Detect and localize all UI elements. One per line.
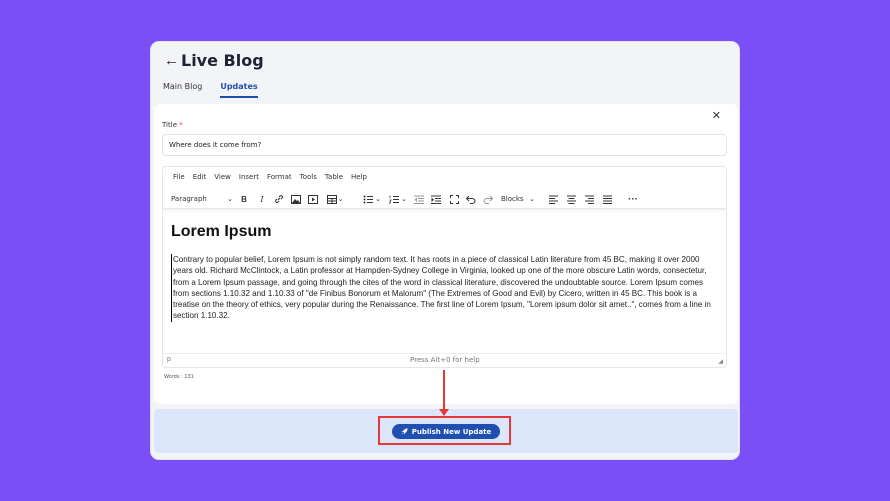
rich-text-editor: File Edit View Insert Format Tools Table… — [162, 166, 727, 368]
back-arrow-icon[interactable]: ← — [164, 52, 179, 69]
editor-statusbar: p Press Alt+0 for help ◢ — [163, 353, 726, 367]
chevron-down-icon: ⌄ — [337, 196, 344, 203]
italic-icon[interactable]: I — [257, 193, 267, 205]
close-icon[interactable]: ✕ — [712, 109, 721, 122]
title-input[interactable]: Where does it come from? — [162, 134, 727, 156]
annotation-arrow — [443, 370, 445, 410]
bullet-list-icon[interactable]: ⌄ — [361, 193, 383, 205]
resize-handle-icon[interactable]: ◢ — [718, 358, 723, 365]
title-label: Title * — [162, 121, 183, 129]
menu-edit[interactable]: Edit — [193, 173, 207, 181]
align-justify-icon[interactable] — [602, 193, 612, 205]
undo-icon[interactable] — [466, 193, 476, 205]
bold-icon[interactable]: B — [239, 193, 249, 205]
annotation-arrow-head — [439, 409, 449, 416]
menu-tools[interactable]: Tools — [300, 173, 317, 181]
numbered-list-icon[interactable]: ⌄ — [387, 193, 409, 205]
page-header: ← Live Blog Main Blog Updates — [151, 42, 739, 104]
title-label-text: Title — [162, 121, 178, 129]
chevron-down-icon: ⌄ — [529, 195, 535, 203]
more-options-icon[interactable]: ··· — [627, 193, 639, 205]
tab-updates[interactable]: Updates — [220, 82, 258, 98]
menu-file[interactable]: File — [173, 173, 185, 181]
blocks-select-label: Blocks — [501, 195, 524, 203]
live-blog-card: ← Live Blog Main Blog Updates ✕ Title * … — [150, 41, 740, 460]
blocks-select[interactable]: Blocks ⌄ — [501, 193, 535, 205]
indent-icon[interactable] — [431, 193, 441, 205]
content-heading: Lorem Ipsum — [171, 223, 272, 240]
content-paragraph: Contrary to popular belief, Lorem Ipsum … — [171, 254, 719, 322]
menu-format[interactable]: Format — [267, 173, 292, 181]
fullscreen-icon[interactable] — [449, 193, 459, 205]
paragraph-select-label: Paragraph — [171, 195, 207, 203]
menu-help[interactable]: Help — [351, 173, 367, 181]
tab-bar: Main Blog Updates — [163, 82, 258, 98]
annotation-highlight-box — [378, 416, 511, 445]
redo-icon[interactable] — [483, 193, 493, 205]
element-path[interactable]: p — [167, 356, 171, 363]
chevron-down-icon: ⌄ — [401, 196, 407, 203]
chevron-down-icon: ⌄ — [227, 195, 233, 203]
menu-view[interactable]: View — [214, 173, 231, 181]
page-title: Live Blog — [181, 51, 264, 70]
tab-main-blog[interactable]: Main Blog — [163, 82, 202, 98]
media-icon[interactable] — [307, 193, 319, 205]
word-count: Words : 131 — [164, 374, 194, 380]
table-icon[interactable]: ⌄ — [324, 193, 346, 205]
editor-toolbar: Paragraph ⌄ B I ⌄ ⌄ ⌄ Blocks ⌄ ··· — [163, 189, 726, 209]
required-marker: * — [179, 121, 183, 129]
editor-menubar: File Edit View Insert Format Tools Table… — [173, 173, 367, 181]
update-form-panel: ✕ Title * Where does it come from? File … — [154, 104, 738, 404]
paragraph-select[interactable]: Paragraph ⌄ — [171, 193, 233, 205]
help-hint: Press Alt+0 for help — [410, 356, 480, 364]
link-icon[interactable] — [273, 193, 285, 205]
menu-insert[interactable]: Insert — [239, 173, 259, 181]
outdent-icon[interactable] — [414, 193, 424, 205]
align-center-icon[interactable] — [566, 193, 576, 205]
align-left-icon[interactable] — [548, 193, 558, 205]
chevron-down-icon: ⌄ — [375, 196, 381, 203]
editor-content[interactable]: Lorem Ipsum Contrary to popular belief, … — [163, 209, 726, 354]
menu-table[interactable]: Table — [325, 173, 343, 181]
image-icon[interactable] — [290, 193, 302, 205]
align-right-icon[interactable] — [584, 193, 594, 205]
